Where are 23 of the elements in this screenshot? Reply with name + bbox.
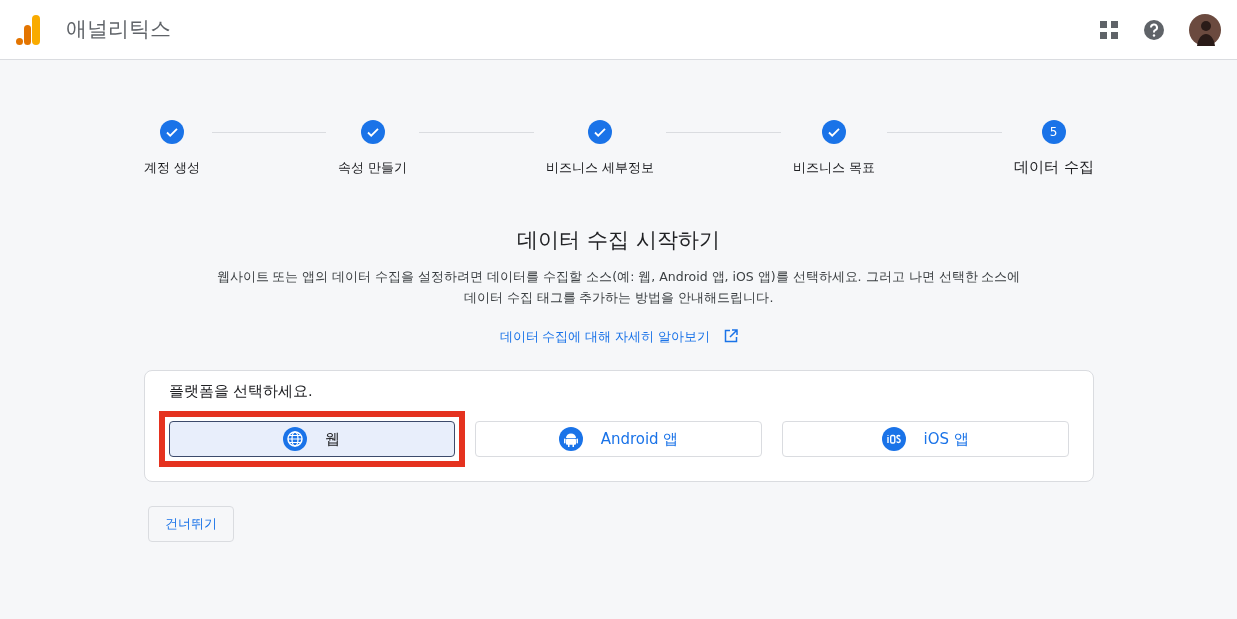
apps-grid-icon[interactable] <box>1099 19 1119 40</box>
avatar-icon[interactable] <box>1189 13 1221 46</box>
step-circle: 5 <box>1041 120 1066 144</box>
page-heading: 데이터 수집 시작하기 <box>516 226 721 254</box>
platform-option[interactable]: iOS 앱 <box>781 420 1069 457</box>
step-label: 데이터 수집 <box>1013 157 1094 178</box>
android-robot-icon <box>558 426 583 451</box>
ios-icon <box>881 426 906 451</box>
external-link-icon <box>723 329 738 343</box>
platform-prompt: 플랫폼을 선택하세요. <box>168 382 314 401</box>
help-icon[interactable] <box>1143 18 1165 41</box>
step-label: 속성 만들기 <box>338 159 408 177</box>
step-label: 비즈니스 세부정보 <box>546 159 655 177</box>
platform-option[interactable]: 웹 <box>168 420 456 457</box>
description-text: 웹사이트 또는 앱의 데이터 수집을 설정하려면 데이터를 수집할 소스(예: 웹, Android 앱, iOS 앱)를 선택하세요. 그러고 나면 선택한 소스에 데이터 수집 태그를 추가하는 방법을 안내해드립니다. <box>215 268 1022 307</box>
step-label: 비즈니스 목표 <box>792 159 876 177</box>
app-title: 애널리틱스 <box>66 15 171 43</box>
globe-icon <box>283 426 308 451</box>
learn-more-link[interactable]: 데이터 수집에 대해 자세히 알아보기 <box>499 329 711 344</box>
skip-button[interactable]: 건너뛰기 <box>148 505 234 542</box>
analytics-logo-icon <box>16 14 42 45</box>
step-label: 계정 생성 <box>143 159 200 177</box>
platform-option[interactable]: Android 앱 <box>475 420 762 457</box>
